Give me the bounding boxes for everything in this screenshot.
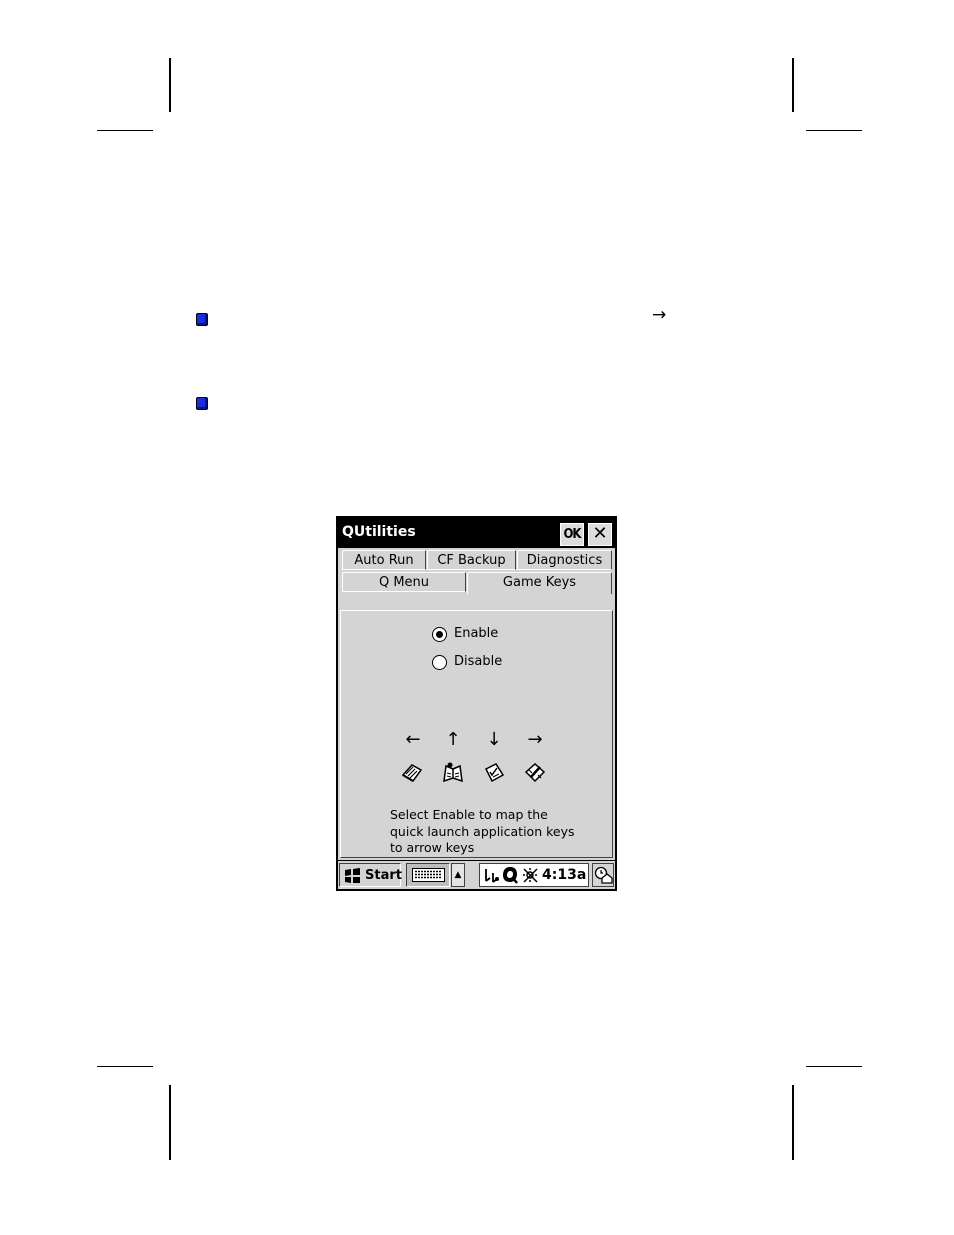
disable-radio[interactable]: [432, 655, 447, 670]
tasks-app-icon: [484, 763, 505, 783]
crop-mark: [169, 1085, 171, 1160]
q-menu-icon: [503, 867, 518, 884]
tab-cf-backup[interactable]: CF Backup: [427, 550, 516, 570]
title-bar: QUtilities OK ✕: [338, 518, 615, 548]
system-tray: 4:13a: [479, 863, 589, 887]
up-arrow-icon: ↑: [445, 729, 461, 750]
input-panel-arrow-button[interactable]: ▲: [451, 863, 465, 887]
desktop-clock-icon: [594, 866, 613, 884]
disable-label: Disable: [454, 654, 503, 669]
desktop-button[interactable]: [592, 863, 614, 887]
right-arrow-icon: →: [527, 729, 543, 750]
contacts-app-icon: [401, 764, 423, 782]
crop-mark: [97, 1066, 153, 1067]
dialog-client-area: Auto Run CF Backup Diagnostics Q Menu Ga…: [338, 548, 615, 860]
left-arrow-icon: ←: [405, 729, 421, 750]
crop-mark: [97, 130, 153, 131]
start-label: Start: [365, 868, 402, 883]
crop-mark: [806, 130, 862, 131]
tab-auto-run[interactable]: Auto Run: [342, 550, 426, 570]
connection-icon: [485, 869, 499, 883]
crop-mark: [806, 1066, 862, 1067]
crop-mark: [792, 1085, 794, 1160]
taskbar: Start ▲ 4:13a: [338, 861, 615, 889]
game-keys-panel: Enable Disable ← ↑ ↓ → Select Enable to …: [340, 610, 613, 858]
crop-mark: [169, 58, 171, 112]
window-title: QUtilities: [342, 524, 416, 540]
clock[interactable]: 4:13a: [542, 867, 586, 883]
keyboard-icon: [412, 868, 445, 882]
close-button[interactable]: ✕: [588, 523, 612, 546]
tab-q-menu[interactable]: Q Menu: [342, 572, 466, 592]
tab-game-keys[interactable]: Game Keys: [467, 572, 612, 594]
bullet-icon: [196, 313, 208, 326]
game-keys-description: Select Enable to map the quick launch ap…: [390, 807, 575, 855]
pda-window: QUtilities OK ✕ Auto Run CF Backup Diagn…: [336, 516, 617, 891]
start-button[interactable]: Start: [339, 863, 402, 887]
radio-selected-dot: [436, 631, 443, 638]
keyboard-button[interactable]: [406, 863, 450, 887]
down-arrow-icon: ↓: [486, 729, 502, 750]
windows-flag-icon: [345, 868, 360, 883]
backlight-off-icon: [523, 868, 538, 883]
right-arrow-icon: →: [652, 305, 667, 325]
enable-label: Enable: [454, 626, 499, 641]
tab-diagnostics[interactable]: Diagnostics: [517, 550, 612, 570]
crop-mark: [792, 58, 794, 112]
ok-button[interactable]: OK: [560, 523, 584, 546]
calendar-app-icon: [443, 762, 463, 783]
enable-radio[interactable]: [432, 627, 447, 642]
notes-app-icon: [524, 762, 546, 783]
bullet-icon: [196, 397, 208, 410]
